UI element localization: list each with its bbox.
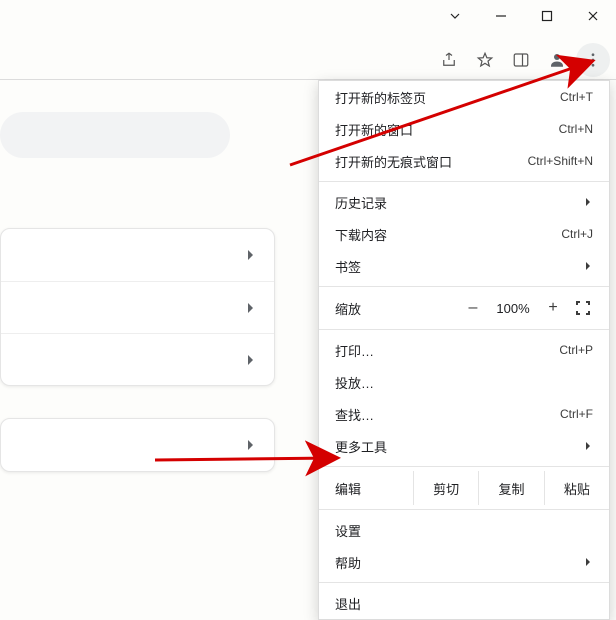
menu-label: 打印… [335,341,374,360]
menu-label: 打开新的无痕式窗口 [335,152,452,171]
menu-bookmarks[interactable]: 书签 [319,250,609,282]
menu-edit-row: 编辑 剪切 复制 粘贴 [319,471,609,505]
menu-zoom: 缩放 – 100% + [319,291,609,325]
profile-icon[interactable] [540,43,574,77]
menu-shortcut: Ctrl+N [559,122,593,136]
card-row[interactable] [1,229,274,281]
kebab-menu-button[interactable] [576,43,610,77]
zoom-value: 100% [489,301,537,316]
search-pill [0,112,230,158]
edit-paste-button[interactable]: 粘贴 [544,471,609,505]
menu-label: 历史记录 [335,193,387,212]
chevron-right-icon [585,259,593,274]
zoom-in-button[interactable]: + [537,299,569,317]
browser-toolbar [0,40,616,80]
card-row[interactable] [1,333,274,385]
background-content [0,112,280,472]
side-panel-icon[interactable] [504,43,538,77]
menu-label: 书签 [335,257,361,276]
card-a [0,228,275,386]
menu-separator [319,181,609,182]
edit-copy-button[interactable]: 复制 [478,471,543,505]
chevron-right-icon [585,195,593,210]
menu-more-tools[interactable]: 更多工具 [319,430,609,462]
chevron-right-icon [585,439,593,454]
menu-shortcut: Ctrl+P [559,343,593,357]
menu-separator [319,582,609,583]
menu-label: 帮助 [335,553,361,572]
menu-separator [319,509,609,510]
card-row[interactable] [1,419,274,471]
menu-shortcut: Ctrl+J [561,227,593,241]
menu-label: 查找… [335,405,374,424]
close-button[interactable] [570,0,616,32]
menu-label: 打开新的标签页 [335,88,426,107]
menu-separator [319,466,609,467]
menu-new-window[interactable]: 打开新的窗口 Ctrl+N [319,113,609,145]
menu-shortcut: Ctrl+F [560,407,593,421]
maximize-button[interactable] [524,0,570,32]
menu-history[interactable]: 历史记录 [319,186,609,218]
edit-label: 编辑 [335,479,413,498]
menu-print[interactable]: 打印… Ctrl+P [319,334,609,366]
fullscreen-icon[interactable] [569,301,597,315]
menu-settings[interactable]: 设置 [319,514,609,546]
menu-find[interactable]: 查找… Ctrl+F [319,398,609,430]
card-b [0,418,275,472]
menu-separator [319,329,609,330]
menu-shortcut: Ctrl+Shift+N [528,154,593,168]
chrome-main-menu: 打开新的标签页 Ctrl+T 打开新的窗口 Ctrl+N 打开新的无痕式窗口 C… [318,80,610,620]
zoom-out-button[interactable]: – [457,299,489,317]
window-controls [432,0,616,32]
menu-new-incognito[interactable]: 打开新的无痕式窗口 Ctrl+Shift+N [319,145,609,177]
star-icon[interactable] [468,43,502,77]
menu-label: 打开新的窗口 [335,120,413,139]
tab-chevron-icon[interactable] [432,0,478,32]
card-row[interactable] [1,281,274,333]
menu-label: 退出 [335,594,361,613]
menu-label: 更多工具 [335,437,387,456]
menu-label: 投放… [335,373,374,392]
zoom-label: 缩放 [335,299,405,318]
menu-downloads[interactable]: 下载内容 Ctrl+J [319,218,609,250]
menu-label: 设置 [335,521,361,540]
menu-cast[interactable]: 投放… [319,366,609,398]
menu-new-tab[interactable]: 打开新的标签页 Ctrl+T [319,81,609,113]
share-icon[interactable] [432,43,466,77]
edit-cut-button[interactable]: 剪切 [413,471,478,505]
menu-help[interactable]: 帮助 [319,546,609,578]
chevron-right-icon [585,555,593,570]
menu-exit[interactable]: 退出 [319,587,609,619]
menu-label: 下载内容 [335,225,387,244]
menu-shortcut: Ctrl+T [560,90,593,104]
menu-separator [319,286,609,287]
minimize-button[interactable] [478,0,524,32]
